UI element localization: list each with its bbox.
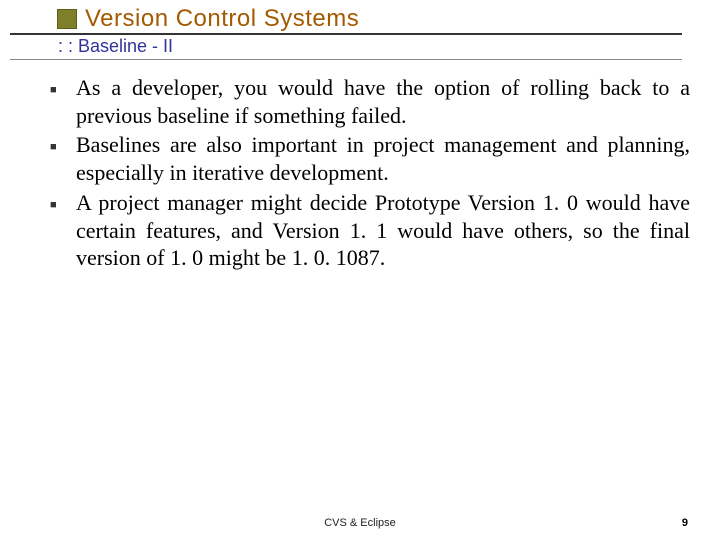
- bullet-text: A project manager might decide Prototype…: [76, 189, 690, 272]
- bullet-text: As a developer, you would have the optio…: [76, 74, 690, 129]
- title-bar: Version Control Systems: [57, 5, 359, 33]
- bullet-icon: ■: [48, 74, 76, 129]
- body-content: ■ As a developer, you would have the opt…: [48, 74, 690, 274]
- bullet-icon: ■: [48, 131, 76, 186]
- slide: Version Control Systems : : Baseline - I…: [0, 0, 720, 540]
- page-number: 9: [682, 517, 688, 529]
- slide-subtitle: : : Baseline - II: [58, 36, 173, 57]
- bullet-text: Baselines are also important in project …: [76, 131, 690, 186]
- subtitle-underline: [10, 59, 682, 60]
- list-item: ■ As a developer, you would have the opt…: [48, 74, 690, 129]
- title-underline: [10, 33, 682, 35]
- footer-center: CVS & Eclipse: [0, 517, 720, 529]
- list-item: ■ A project manager might decide Prototy…: [48, 189, 690, 272]
- slide-title: Version Control Systems: [85, 5, 359, 33]
- list-item: ■ Baselines are also important in projec…: [48, 131, 690, 186]
- bullet-icon: ■: [48, 189, 76, 272]
- title-decor-box: [57, 9, 77, 29]
